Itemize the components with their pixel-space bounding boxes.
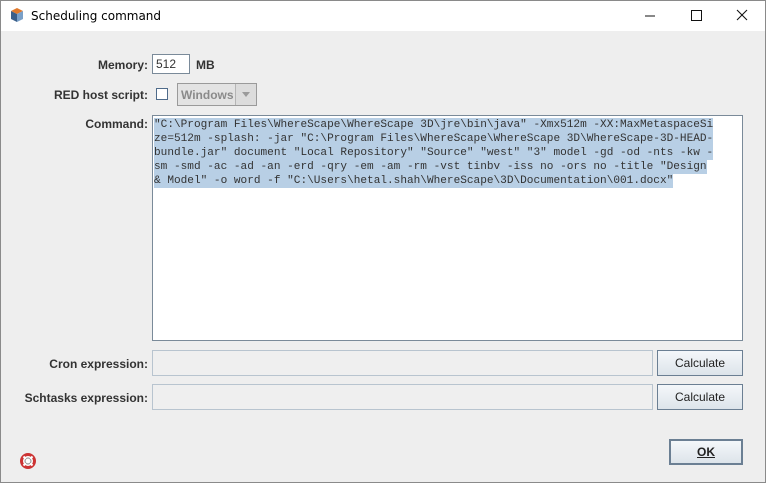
close-icon xyxy=(736,9,748,21)
minimize-icon xyxy=(645,15,655,17)
cron-expression-label: Cron expression: xyxy=(49,357,148,371)
minimize-button[interactable] xyxy=(627,1,673,31)
command-line: bundle.jar" document "Local Repository" … xyxy=(154,146,714,160)
chevron-down-icon xyxy=(242,92,250,97)
window-title: Scheduling command xyxy=(31,9,162,23)
schtasks-expression-field[interactable] xyxy=(152,384,653,410)
command-label: Command: xyxy=(85,117,148,131)
cron-expression-field[interactable] xyxy=(152,350,653,376)
host-os-value: Windows xyxy=(181,88,234,102)
maximize-button[interactable] xyxy=(673,1,719,31)
memory-input[interactable]: 512 xyxy=(152,54,190,74)
red-host-script-label: RED host script: xyxy=(53,88,148,102)
command-line: & Model" -o word -f "C:\Users\hetal.shah… xyxy=(154,174,674,188)
schtasks-expression-label: Schtasks expression: xyxy=(24,391,148,405)
ok-button-label: OK xyxy=(697,445,715,459)
calculate-schtasks-button[interactable]: Calculate xyxy=(657,384,743,410)
command-line: sm -smd -ac -ad -an -erd -qry -em -am -r… xyxy=(154,160,707,174)
red-host-script-checkbox[interactable] xyxy=(156,88,168,100)
command-line: "C:\Program Files\WhereScape\WhereScape … xyxy=(154,118,714,132)
host-os-dropdown[interactable]: Windows xyxy=(177,83,257,106)
memory-unit-label: MB xyxy=(196,58,215,72)
calculate-cron-button[interactable]: Calculate xyxy=(657,350,743,376)
memory-label: Memory: xyxy=(97,58,148,72)
scheduling-command-dialog: Scheduling command Memory: 512 MB RED ho… xyxy=(0,0,766,483)
command-line: ze=512m -splash: -jar "C:\Program Files\… xyxy=(154,132,714,146)
command-textarea[interactable]: "C:\Program Files\WhereScape\WhereScape … xyxy=(152,115,743,341)
close-button[interactable] xyxy=(719,1,765,31)
app-icon xyxy=(11,8,23,22)
title-bar: Scheduling command xyxy=(1,1,765,31)
help-icon[interactable] xyxy=(20,453,36,469)
dropdown-arrow[interactable] xyxy=(235,84,256,105)
maximize-icon xyxy=(691,10,702,21)
ok-button[interactable]: OK xyxy=(669,439,743,465)
